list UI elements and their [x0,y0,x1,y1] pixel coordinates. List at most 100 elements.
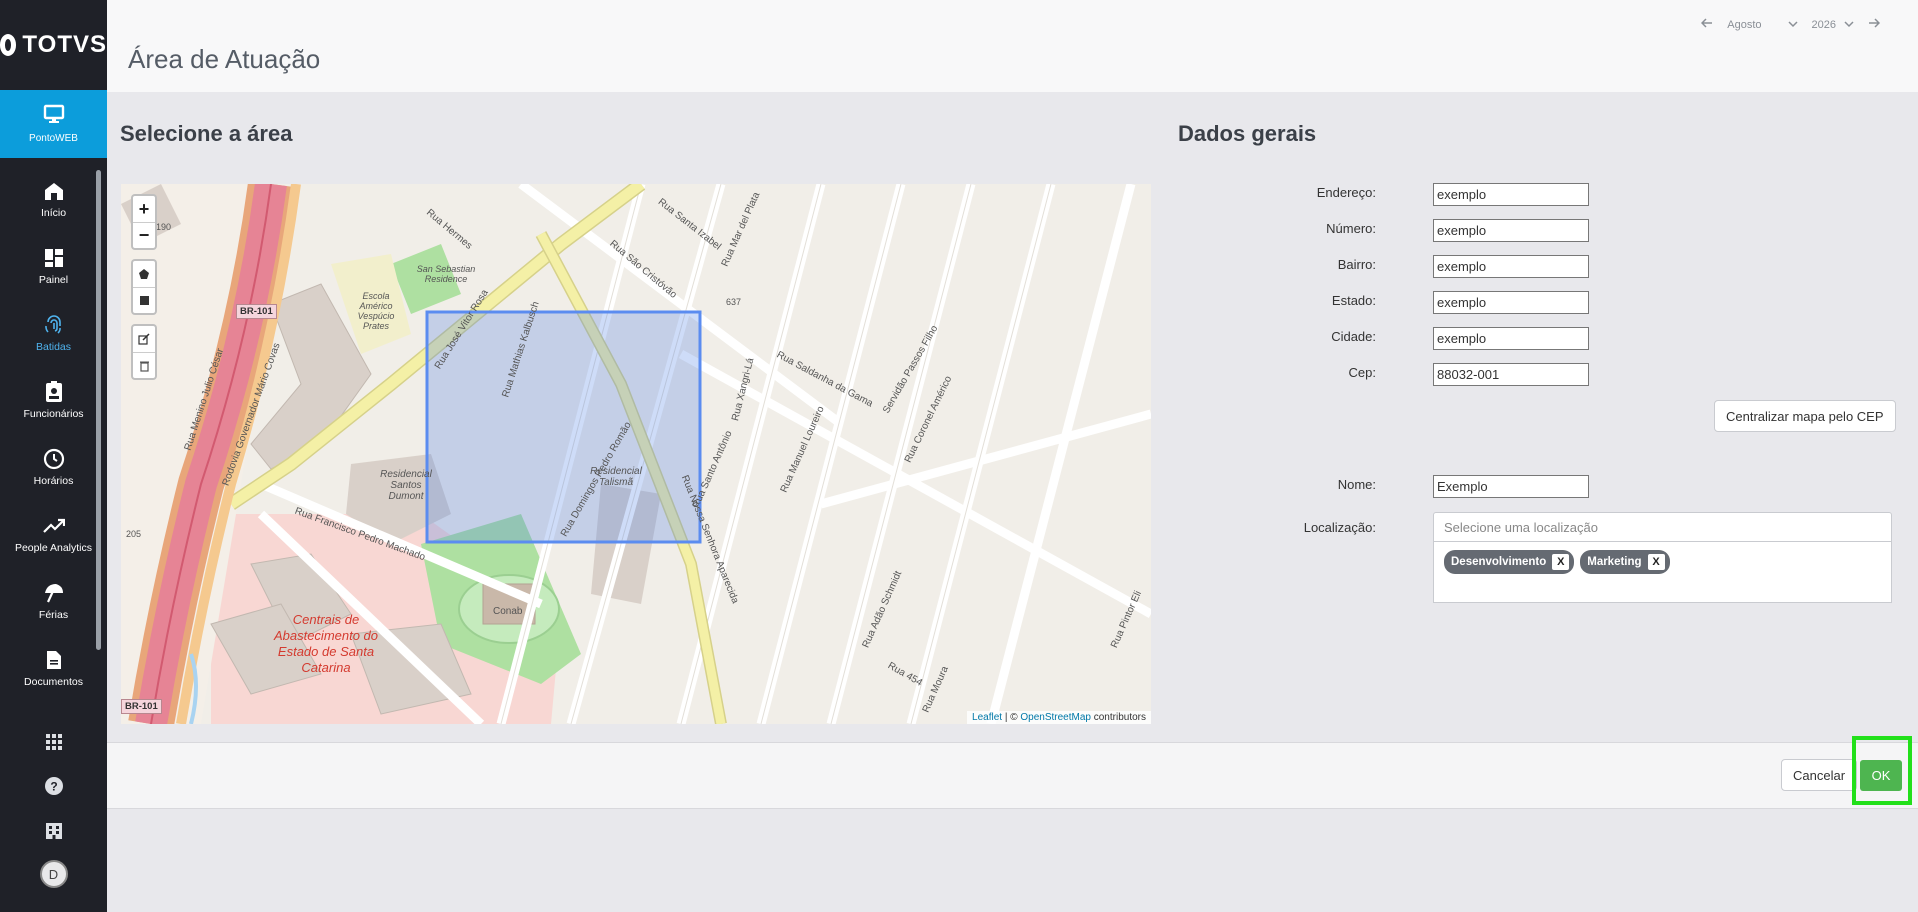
badge-icon [43,381,65,403]
openstreetmap-link[interactable]: OpenStreetMap [1020,712,1091,723]
localizacao-tags: Desenvolvimento X Marketing X [1433,542,1892,603]
localizacao-label: Localização: [1303,520,1376,535]
draw-rectangle-button[interactable] [133,287,155,313]
tag-remove-button[interactable]: X [1647,554,1665,570]
year-select[interactable]: 2026 [1812,19,1854,31]
building-icon[interactable] [0,808,107,852]
umbrella-icon [43,582,65,604]
apps-grid-icon[interactable] [0,720,107,764]
page-title: Área de Atuação [128,44,321,74]
map-label: Centrais de Abastecimento do Estado de S… [273,612,379,675]
arrow-right-icon[interactable] [1868,18,1881,31]
cancel-button[interactable]: Cancelar [1781,759,1858,791]
bairro-label: Bairro: [1337,257,1376,272]
sidebar-item-label: Início [40,207,67,219]
help-icon[interactable]: ? [0,764,107,808]
trash-icon [139,361,149,372]
attribution-tail: contributors [1090,712,1146,723]
svg-text:?: ? [50,780,57,794]
map-label: Residencial Talismã [590,466,642,488]
page-header: Área de Atuação Agosto 2026 [107,0,1918,92]
footer-bar [107,742,1918,809]
map-label: Escola Américo Vespúcio Prates [357,291,395,331]
endereco-field[interactable] [1433,183,1589,206]
bairro-field[interactable] [1433,255,1589,278]
sidebar-item-label: People Analytics [14,542,93,554]
sidebar-item-people-analytics[interactable]: People Analytics [0,501,107,568]
estado-field[interactable] [1433,291,1589,314]
center-map-button[interactable]: Centralizar mapa pelo CEP [1714,400,1896,432]
form-section-title: Dados gerais [1178,121,1317,146]
chevron-down-icon [1844,19,1854,31]
monitor-icon [43,104,65,127]
estado-label: Estado: [1331,293,1376,308]
chevron-down-icon [1787,19,1798,31]
map-label: San Sebastian Residence [416,264,476,284]
dashboard-icon [43,247,65,269]
sidebar-item-batidas[interactable]: Batidas [0,300,107,367]
tag-remove-button[interactable]: X [1552,554,1570,570]
logo-text: TOTVS [22,31,107,58]
map-label: 190 [156,222,172,232]
zoom-in-button[interactable]: + [133,196,155,222]
avatar: D [39,860,68,888]
sidebar-item-ferias[interactable]: Férias [0,568,107,635]
year-value: 2026 [1811,18,1836,31]
draw-polygon-button[interactable] [133,261,155,287]
map-label: 637 [726,297,742,307]
cidade-field[interactable] [1433,327,1589,350]
sidebar-nav: Início Painel Batidas Funcionários Horár… [0,166,107,702]
user-avatar[interactable]: D [0,852,107,896]
endereco-label: Endereço: [1316,185,1376,200]
tag-desenvolvimento: Desenvolvimento X [1444,550,1575,574]
map-label: 205 [126,529,142,539]
ok-button[interactable]: OK [1860,760,1902,791]
map[interactable]: Rua José Vitor Rosa Rua Mathias Kalbusch… [121,184,1151,724]
map-section-title: Selecione a área [120,121,293,146]
sidebar-item-painel[interactable]: Painel [0,233,107,300]
numero-field[interactable] [1433,219,1589,242]
sidebar-item-horarios[interactable]: Horários [0,434,107,501]
sidebar-item-documentos[interactable]: Documentos [0,635,107,702]
attribution-separator: | © [1002,712,1021,723]
sidebar-item-pontoweb[interactable]: PontoWEB [0,90,107,158]
totvs-logo[interactable]: TOTVS [0,0,107,90]
logo-ring-icon [0,34,17,56]
home-icon [43,180,65,202]
leaflet-link[interactable]: Leaflet [972,712,1002,723]
edit-layers-button[interactable] [133,326,155,352]
page-bottom [107,809,1918,912]
tag-label: Marketing [1587,556,1642,568]
arrow-left-icon[interactable] [1701,18,1713,31]
polygon-icon [139,269,149,279]
sidebar-item-label: Horários [33,475,74,487]
map-label: Residencial Santos Dumont [380,469,432,502]
sidebar-item-label: Painel [38,274,69,286]
map-label: BR-101 [236,304,277,319]
sidebar-scrollbar[interactable] [96,170,101,650]
map-label: Conab [493,606,523,617]
nome-field[interactable] [1433,475,1589,498]
tag-marketing: Marketing X [1580,550,1670,574]
sidebar-bottom: ? D [0,720,107,896]
map-label: BR-101 [121,699,162,714]
sidebar-item-label: Batidas [35,341,72,353]
sidebar-item-label: PontoWEB [29,133,78,144]
document-icon [43,649,65,671]
numero-label: Número: [1326,221,1376,236]
sidebar-item-funcionarios[interactable]: Funcionários [0,367,107,434]
month-value: Agosto [1727,18,1762,31]
zoom-control: + − [131,194,157,250]
delete-layers-button[interactable] [133,352,155,378]
zoom-out-button[interactable]: − [133,222,155,248]
rectangle-icon [139,296,149,305]
map-attribution: Leaflet | © OpenStreetMap contributors [967,711,1151,724]
date-navigator: Agosto 2026 [1701,18,1881,31]
cep-field[interactable] [1433,363,1589,386]
month-select[interactable]: Agosto [1727,18,1798,31]
sidebar-item-label: Documentos [24,676,83,688]
sidebar-item-inicio[interactable]: Início [0,166,107,233]
sidebar-item-label: Férias [38,609,69,621]
cidade-label: Cidade: [1331,329,1376,344]
localizacao-select[interactable]: Selecione uma localização [1433,512,1892,542]
